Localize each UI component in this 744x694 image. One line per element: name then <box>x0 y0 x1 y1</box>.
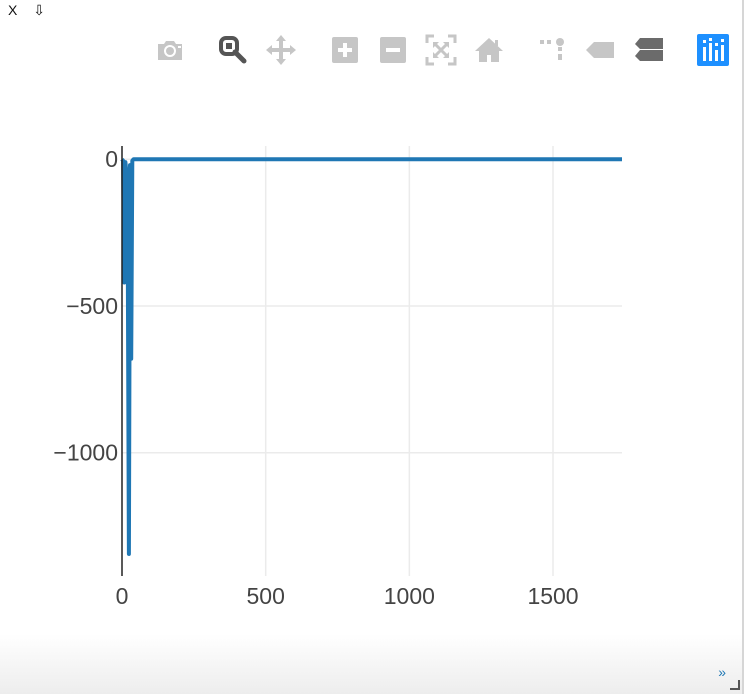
y-tick-label: −1000 <box>53 440 118 466</box>
x-tick-label: 1000 <box>384 583 435 609</box>
grid-lines <box>122 146 622 576</box>
y-axis-ticks: 0 −500 −1000 <box>53 146 118 466</box>
footer-fade <box>0 634 744 694</box>
x-tick-label: 0 <box>116 583 129 609</box>
series-layer <box>120 157 622 556</box>
expand-icon[interactable]: » <box>718 664 726 680</box>
x-tick-label: 500 <box>246 583 284 609</box>
x-axis-ticks: 0 500 1000 1500 <box>116 583 579 609</box>
y-tick-label: 0 <box>105 146 118 172</box>
x-tick-label: 1500 <box>527 583 578 609</box>
series-line <box>120 157 622 556</box>
resize-grip-icon[interactable] <box>730 680 740 690</box>
y-tick-label: −500 <box>66 293 118 319</box>
line-chart[interactable]: 0 500 1000 1500 0 −500 −1000 <box>0 0 744 694</box>
